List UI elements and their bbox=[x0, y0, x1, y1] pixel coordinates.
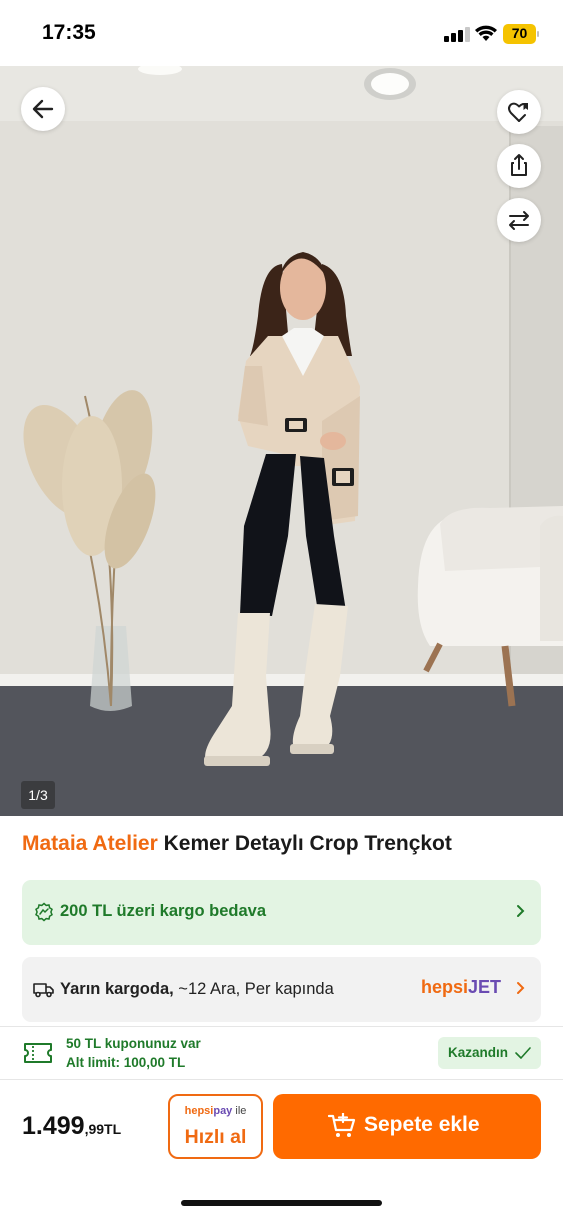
cart-add-icon bbox=[328, 1113, 356, 1137]
back-button[interactable] bbox=[21, 87, 65, 131]
image-counter: 1/3 bbox=[21, 781, 55, 809]
status-bar: 17:35 70 bbox=[0, 0, 563, 66]
delivery-date-rest: ~12 Ara, Per kapında bbox=[173, 980, 334, 998]
battery-level: 70 bbox=[511, 25, 528, 41]
checkmark-icon bbox=[515, 1047, 531, 1059]
chevron-right-icon bbox=[517, 905, 525, 917]
heart-list-icon bbox=[508, 102, 528, 122]
delivery-truck-icon bbox=[33, 983, 54, 998]
quick-buy-label: Hızlı al bbox=[184, 1126, 247, 1148]
status-time: 17:35 bbox=[42, 21, 96, 44]
add-to-cart-label: Sepete ekle bbox=[364, 1113, 480, 1136]
coupon-amount: 50 TL kuponunuz var bbox=[66, 1036, 201, 1051]
product-photo bbox=[0, 66, 563, 816]
favorite-button[interactable] bbox=[497, 90, 541, 134]
product-title: Mataia Atelier Kemer Detaylı Crop Trençk… bbox=[22, 832, 542, 856]
cellular-signal-icon bbox=[444, 26, 470, 42]
hepsipay-label: hepsipay ile bbox=[184, 1105, 247, 1117]
product-image[interactable] bbox=[0, 66, 563, 816]
swap-arrows-icon bbox=[509, 211, 529, 230]
price-main: 1.499 bbox=[22, 1112, 85, 1140]
shipping-badge-icon bbox=[35, 902, 53, 922]
add-to-cart-button[interactable]: Sepete ekle bbox=[273, 1094, 541, 1159]
battery-icon: 70 bbox=[503, 24, 539, 44]
chevron-right-icon bbox=[517, 982, 525, 994]
quick-buy-button[interactable]: hepsipay ile Hızlı al bbox=[168, 1094, 263, 1159]
compare-button[interactable] bbox=[497, 198, 541, 242]
coupon-ticket-icon bbox=[24, 1043, 52, 1063]
purchase-bar: 1.499,99TL hepsipay ile Hızlı al Sepete … bbox=[0, 1081, 563, 1218]
coupon-limit: Alt limit: 100,00 TL bbox=[66, 1055, 186, 1070]
delivery-info[interactable]: Yarın kargoda, ~12 Ara, Per kapında heps… bbox=[22, 957, 541, 1022]
coupon-row[interactable]: 50 TL kuponunuz var Alt limit: 100,00 TL… bbox=[0, 1026, 563, 1080]
arrow-left-icon bbox=[32, 99, 54, 119]
hepsijet-logo: hepsiJET bbox=[421, 977, 502, 997]
share-icon bbox=[511, 154, 527, 176]
home-indicator[interactable] bbox=[181, 1200, 382, 1206]
delivery-text: Yarın kargoda, ~12 Ara, Per kapında bbox=[60, 980, 334, 999]
coupon-won-label: Kazandın bbox=[448, 1045, 509, 1060]
wifi-icon bbox=[475, 25, 497, 41]
share-button[interactable] bbox=[497, 144, 541, 188]
product-name: Kemer Detaylı Crop Trençkot bbox=[163, 832, 452, 855]
free-shipping-text: 200 TL üzeri kargo bedava bbox=[60, 902, 267, 920]
price-decimal: ,99TL bbox=[84, 1121, 122, 1137]
delivery-date-bold: Yarın kargoda, bbox=[60, 980, 174, 998]
product-price: 1.499,99TL bbox=[22, 1112, 121, 1141]
free-shipping-banner[interactable]: 200 TL üzeri kargo bedava bbox=[22, 880, 541, 945]
coupon-won-badge: Kazandın bbox=[438, 1037, 541, 1069]
brand-link[interactable]: Mataia Atelier bbox=[22, 832, 158, 855]
